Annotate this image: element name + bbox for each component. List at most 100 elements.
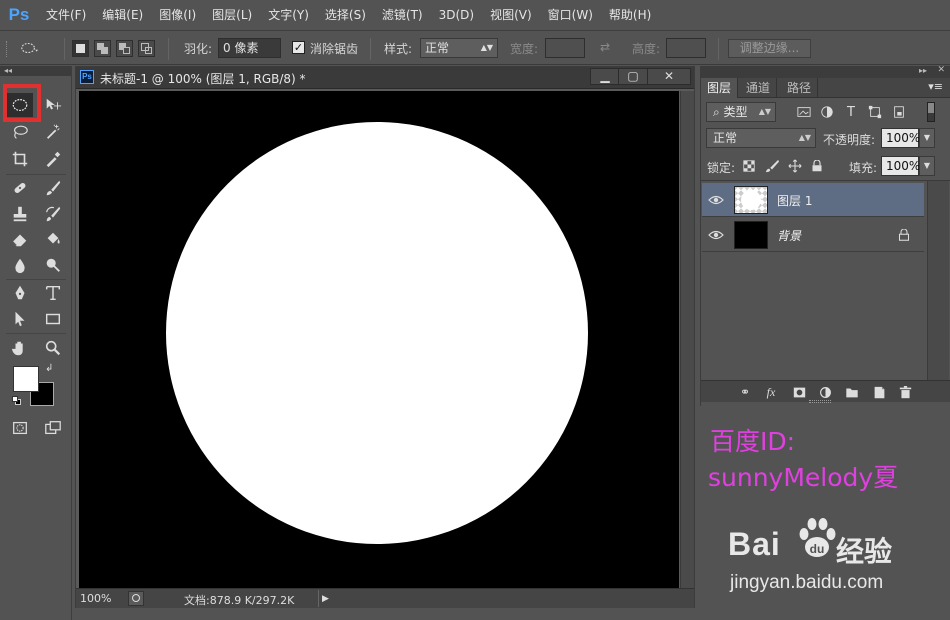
hand-tool[interactable] xyxy=(7,336,33,360)
screen-mode-button[interactable] xyxy=(40,416,66,440)
panel-header-bar[interactable]: ▸▸ ✕ xyxy=(701,65,950,78)
lock-pixels-icon[interactable] xyxy=(764,158,780,174)
magic-wand-tool[interactable] xyxy=(40,120,66,144)
layers-scrollbar[interactable] xyxy=(927,181,949,381)
vertical-scrollbar[interactable] xyxy=(680,91,694,588)
layer-row-background[interactable]: 背景 xyxy=(702,218,924,252)
panel-resize-grip[interactable] xyxy=(809,400,831,403)
menu-view[interactable]: 视图(V) xyxy=(482,0,540,31)
lock-transparency-icon[interactable] xyxy=(741,158,757,174)
brush-tool[interactable] xyxy=(40,176,66,200)
white-circle-shape[interactable] xyxy=(166,122,588,544)
filter-toggle[interactable] xyxy=(927,102,935,122)
document-titlebar[interactable]: Ps 未标题-1 @ 100% (图层 1, RGB/8) * ▁ ▢ ✕ xyxy=(76,67,694,89)
layer-name[interactable]: 图层 1 xyxy=(777,192,812,209)
tools-collapse-icon[interactable]: ◂◂ xyxy=(0,66,71,76)
close-button[interactable]: ✕ xyxy=(647,68,691,85)
new-group-icon[interactable] xyxy=(844,384,860,400)
tab-channels[interactable]: 通道 xyxy=(740,78,778,98)
menu-file[interactable]: 文件(F) xyxy=(38,0,94,31)
minimize-button[interactable]: ▁ xyxy=(590,68,620,85)
width-input[interactable] xyxy=(545,38,585,58)
menu-type[interactable]: 文字(Y) xyxy=(260,0,317,31)
layer-row-layer1[interactable]: 图层 1 xyxy=(702,183,924,217)
maximize-button[interactable]: ▢ xyxy=(618,68,648,85)
tab-layers[interactable]: 图层 xyxy=(701,78,739,98)
menu-image[interactable]: 图像(I) xyxy=(151,0,204,31)
hand-icon xyxy=(11,341,23,356)
height-input[interactable] xyxy=(666,38,706,58)
default-colors-icon[interactable] xyxy=(12,396,22,406)
eraser-tool[interactable] xyxy=(7,227,33,251)
subtract-from-selection-button[interactable] xyxy=(116,40,133,57)
panel-menu-icon[interactable]: ▾≡ xyxy=(928,80,943,93)
tab-paths[interactable]: 路径 xyxy=(781,78,819,98)
zoom-tool[interactable] xyxy=(40,336,66,360)
fill-input[interactable]: 100% xyxy=(881,156,920,176)
path-selection-tool[interactable] xyxy=(7,307,33,331)
paint-bucket-tool[interactable] xyxy=(40,227,66,251)
filter-adjustment-icon[interactable] xyxy=(819,104,835,120)
eyedropper-tool[interactable] xyxy=(40,147,66,171)
menu-edit[interactable]: 编辑(E) xyxy=(94,0,151,31)
layers-bottom-bar: ⚭ fx xyxy=(701,380,950,403)
add-mask-icon[interactable] xyxy=(791,384,807,400)
trash-icon[interactable] xyxy=(897,384,913,400)
fx-icon[interactable]: fx xyxy=(763,384,779,400)
adjustment-layer-icon[interactable] xyxy=(817,384,833,400)
fill-dropdown-icon[interactable]: ▼ xyxy=(919,156,935,176)
new-layer-icon[interactable] xyxy=(871,384,887,400)
layer-filter-select[interactable]: ⌕ 类型 ▲▼ xyxy=(706,102,776,122)
refine-edge-button[interactable]: 调整边缘... xyxy=(728,39,811,58)
filter-shape-icon[interactable] xyxy=(867,104,883,120)
panel-collapse-icon[interactable]: ▸▸ xyxy=(919,66,927,75)
menu-layer[interactable]: 图层(L) xyxy=(204,0,260,31)
blend-mode-select[interactable]: 正常 ▲▼ xyxy=(706,128,816,148)
canvas[interactable] xyxy=(79,91,679,588)
lock-position-icon[interactable] xyxy=(787,158,803,174)
options-grip[interactable] xyxy=(6,41,9,57)
intersect-selection-button[interactable] xyxy=(138,40,155,57)
crop-tool[interactable] xyxy=(7,147,33,171)
menu-filter[interactable]: 滤镜(T) xyxy=(374,0,431,31)
lasso-tool[interactable] xyxy=(7,120,33,144)
panel-close-icon[interactable]: ✕ xyxy=(937,65,945,75)
swap-colors-icon[interactable]: ↲ xyxy=(45,363,53,374)
menu-select[interactable]: 选择(S) xyxy=(317,0,374,31)
menu-3d[interactable]: 3D(D) xyxy=(431,0,482,31)
history-brush-tool[interactable] xyxy=(40,202,66,226)
foreground-color-swatch[interactable] xyxy=(13,366,39,392)
lock-all-icon[interactable] xyxy=(809,158,825,174)
menu-help[interactable]: 帮助(H) xyxy=(601,0,659,31)
healing-brush-tool[interactable] xyxy=(7,176,33,200)
dodge-tool[interactable] xyxy=(40,253,66,277)
tool-preset-picker[interactable] xyxy=(16,36,42,60)
swap-icon[interactable]: ⇄ xyxy=(600,40,610,54)
rectangle-tool[interactable] xyxy=(40,307,66,331)
eye-icon[interactable] xyxy=(708,193,724,207)
move-tool[interactable] xyxy=(40,93,66,117)
zoom-level[interactable]: 100% xyxy=(80,592,111,605)
new-selection-button[interactable] xyxy=(72,40,89,57)
antialias-checkbox[interactable]: ✓ xyxy=(292,41,305,54)
type-tool[interactable] xyxy=(40,281,66,305)
quick-mask-button[interactable] xyxy=(7,416,33,440)
filter-pixel-icon[interactable] xyxy=(796,104,812,120)
filter-smart-object-icon[interactable] xyxy=(891,104,907,120)
feather-input[interactable]: 0 像素 xyxy=(218,38,281,58)
status-info-icon[interactable] xyxy=(128,591,144,606)
blur-tool[interactable] xyxy=(7,253,33,277)
menu-window[interactable]: 窗口(W) xyxy=(540,0,601,31)
filter-type-icon[interactable]: T xyxy=(843,104,859,120)
style-select[interactable]: 正常 ▲▼ xyxy=(420,38,498,58)
link-layers-icon[interactable]: ⚭ xyxy=(737,384,753,400)
status-menu-arrow-icon[interactable]: ▶ xyxy=(322,594,329,604)
add-to-selection-button[interactable] xyxy=(94,40,111,57)
pen-tool[interactable] xyxy=(7,281,33,305)
separator xyxy=(64,38,65,60)
opacity-dropdown-icon[interactable]: ▼ xyxy=(919,128,935,148)
clone-stamp-tool[interactable] xyxy=(7,202,33,226)
opacity-input[interactable]: 100% xyxy=(881,128,920,148)
layer-name[interactable]: 背景 xyxy=(777,227,801,244)
eye-icon[interactable] xyxy=(708,228,724,242)
